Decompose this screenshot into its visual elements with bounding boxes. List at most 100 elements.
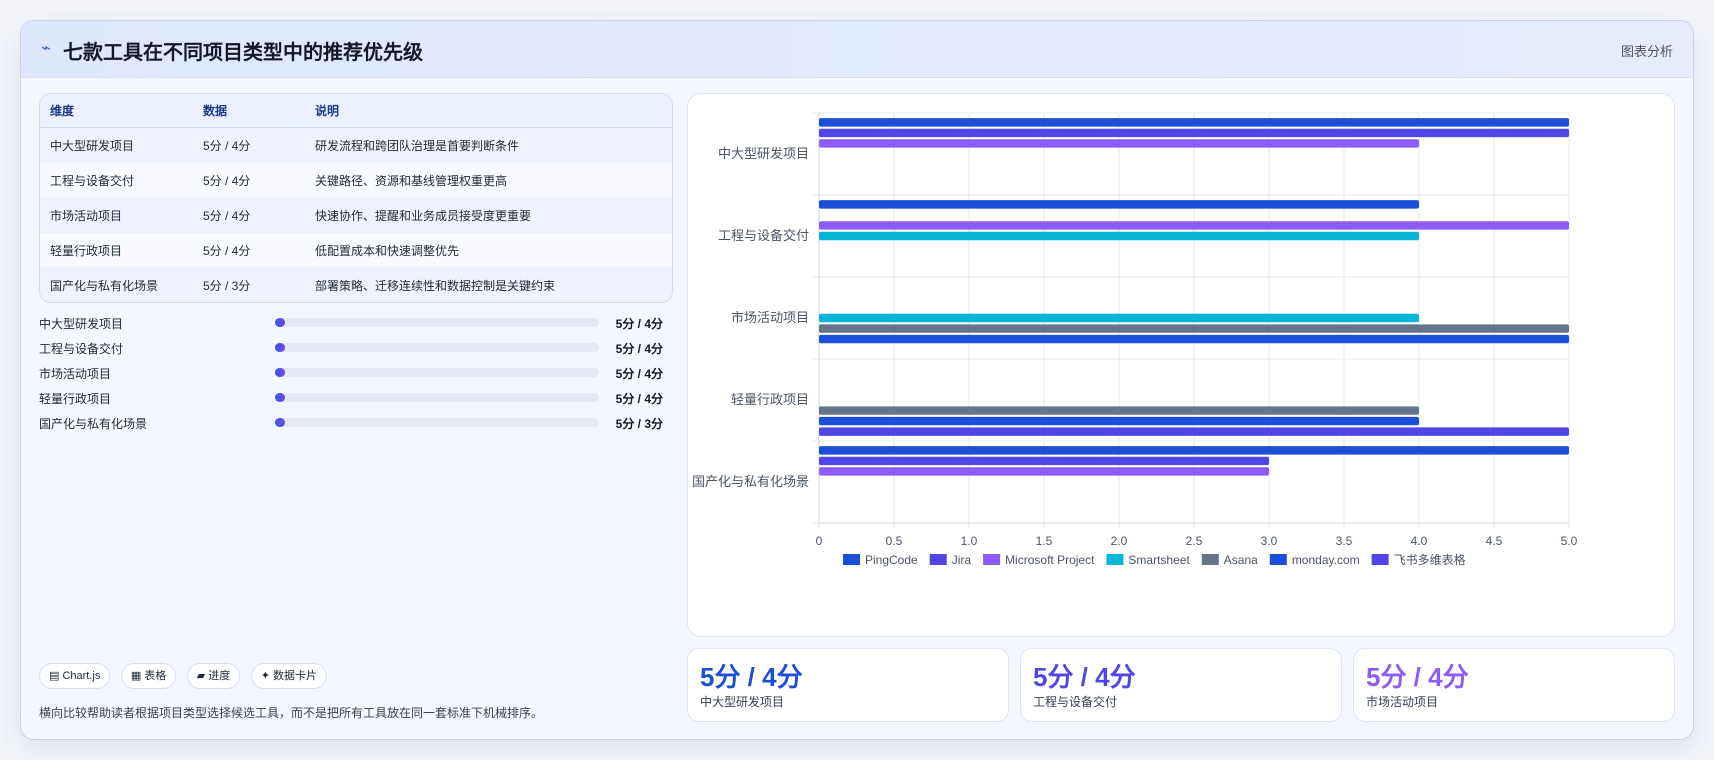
progress-row: 市场活动项目 5分 / 4分 <box>39 362 663 382</box>
table-cell: 5分 / 4分 <box>193 162 305 198</box>
progress-fill <box>275 318 285 327</box>
progress-label: 工程与设备交付 <box>39 342 124 356</box>
table-cell: 5分 / 4分 <box>193 127 305 163</box>
progress-value: 5分 / 4分 <box>615 367 663 381</box>
column-header: 维度 <box>40 94 193 128</box>
y-category-label: 国产化与私有化场景 <box>692 474 809 489</box>
stat-value: 5分 / 4分 <box>700 662 803 692</box>
stat-value: 5分 / 4分 <box>1366 662 1469 692</box>
progress-row: 轻量行政项目 5分 / 4分 <box>39 387 663 407</box>
legend-swatch <box>929 554 947 565</box>
card-header: ⌁ 七款工具在不同项目类型中的推荐优先级 图表分析 <box>21 21 1693 78</box>
chip-progress[interactable]: ▰ 进度 <box>186 663 241 689</box>
x-tick-label: 3.0 <box>1261 534 1278 548</box>
chip-data-card[interactable]: ✦ 数据卡片 <box>250 663 327 689</box>
x-tick-label: 3.5 <box>1336 534 1353 548</box>
y-category-label: 工程与设备交付 <box>718 228 809 243</box>
bar <box>819 324 1569 333</box>
table-cell: 轻量行政项目 <box>40 232 193 268</box>
x-tick-label: 1.0 <box>961 534 978 548</box>
data-table: 维度 数据 说明 中大型研发项目 5分 / 4分 研发流程和跨团队治理是首要判断… <box>39 93 673 303</box>
progress-label: 轻量行政项目 <box>39 392 112 406</box>
stat-label: 市场活动项目 <box>1366 695 1439 709</box>
progress-fill <box>275 393 285 402</box>
y-category-label: 市场活动项目 <box>731 310 809 325</box>
progress-track <box>275 418 599 427</box>
bar <box>819 313 1419 323</box>
table-cell: 工程与设备交付 <box>40 162 193 198</box>
x-tick-label: 4.0 <box>1411 534 1428 548</box>
table-row: 国产化与私有化场景 5分 / 3分 部署策略、迁移连续性和数据控制是关键约束 <box>40 267 672 302</box>
stat-label: 中大型研发项目 <box>700 695 785 709</box>
bar <box>819 200 1419 209</box>
progress-fill <box>275 418 285 427</box>
y-category-label: 轻量行政项目 <box>731 392 809 407</box>
footnote: 横向比较帮助读者根据项目类型选择候选工具，而不是把所有工具放在同一套标准下机械排… <box>39 706 544 720</box>
x-tick-label: 2.5 <box>1186 534 1203 548</box>
chart-line-icon: ⌁ <box>41 40 51 57</box>
chip-table[interactable]: ▦ 表格 <box>120 663 177 689</box>
legend-swatch <box>1201 554 1219 565</box>
table-row: 中大型研发项目 5分 / 4分 研发流程和跨团队治理是首要判断条件 <box>40 127 672 163</box>
table-cell: 5分 / 4分 <box>193 197 305 233</box>
x-tick-label: 2.0 <box>1111 534 1128 548</box>
progress-fill <box>275 368 285 377</box>
bar <box>819 427 1569 436</box>
progress-value: 5分 / 4分 <box>615 342 663 356</box>
chart-card: ⌁ 七款工具在不同项目类型中的推荐优先级 图表分析 维度 数据 说明 中大型研发… <box>20 20 1694 740</box>
progress-row: 国产化与私有化场景 5分 / 3分 <box>39 412 663 432</box>
legend-swatch <box>843 554 860 565</box>
bar <box>819 416 1419 426</box>
table-cell: 关键路径、资源和基线管理权重更高 <box>305 162 672 198</box>
column-header: 说明 <box>305 94 672 128</box>
bar <box>819 118 1569 127</box>
bar <box>819 139 1419 148</box>
legend-label: Microsoft Project <box>1005 553 1095 567</box>
stat-value: 5分 / 4分 <box>1033 662 1136 692</box>
legend-label: 飞书多维表格 <box>1394 552 1466 567</box>
bar <box>819 456 1269 466</box>
legend-label: monday.com <box>1292 553 1360 567</box>
progress-fill <box>275 343 285 352</box>
bar <box>819 231 1419 241</box>
legend-label: Asana <box>1224 553 1258 567</box>
x-tick-label: 5.0 <box>1561 534 1578 548</box>
progress-value: 5分 / 4分 <box>615 317 663 331</box>
progress-value: 5分 / 4分 <box>615 392 663 406</box>
table-row: 市场活动项目 5分 / 4分 快速协作、提醒和业务成员接受度更重要 <box>40 197 672 233</box>
bar <box>819 467 1269 476</box>
bar <box>819 406 1419 415</box>
progress-track <box>275 368 599 377</box>
bar <box>819 221 1569 230</box>
stat-card: 5分 / 4分 市场活动项目 <box>1353 648 1675 722</box>
feature-chips: ▤ Chart.js ▦ 表格 ▰ 进度 ✦ 数据卡片 <box>39 663 333 689</box>
progress-row: 中大型研发项目 5分 / 4分 <box>39 312 663 332</box>
bar <box>819 128 1569 138</box>
legend-label: Jira <box>952 553 972 567</box>
progress-row: 工程与设备交付 5分 / 4分 <box>39 337 663 357</box>
stat-label: 工程与设备交付 <box>1033 695 1118 709</box>
y-category-label: 中大型研发项目 <box>718 146 809 161</box>
chart-panel: 0 0.5 1.0 1.5 2.0 2.5 3.0 3.5 4.0 4.5 5.0 中大型研发项目 工程… <box>687 93 1675 637</box>
table-cell: 5分 / 4分 <box>193 232 305 268</box>
table-cell: 5分 / 3分 <box>193 267 305 302</box>
x-tick-label: 1.5 <box>1036 534 1053 548</box>
table-cell: 国产化与私有化场景 <box>40 267 193 302</box>
stat-card: 5分 / 4分 中大型研发项目 <box>687 648 1009 722</box>
header-tag: 图表分析 <box>1620 44 1673 59</box>
table-cell: 中大型研发项目 <box>40 127 193 163</box>
table-cell: 部署策略、迁移连续性和数据控制是关键约束 <box>305 267 672 302</box>
x-tick-label: 4.5 <box>1486 534 1503 548</box>
progress-value: 5分 / 3分 <box>615 417 663 431</box>
x-tick-label: 0 <box>816 534 823 548</box>
progress-track <box>275 393 599 402</box>
legend-swatch <box>1371 554 1389 565</box>
bar <box>819 334 1569 344</box>
bar <box>819 446 1569 455</box>
bar-chart: 0 0.5 1.0 1.5 2.0 2.5 3.0 3.5 4.0 4.5 5.0 中大型研发项目工程… <box>692 112 1578 567</box>
legend-swatch <box>983 554 1001 565</box>
column-header: 数据 <box>193 94 305 128</box>
legend-label: Smartsheet <box>1128 553 1190 567</box>
chip-chartjs[interactable]: ▤ Chart.js <box>39 663 111 689</box>
legend-swatch <box>1269 554 1287 565</box>
